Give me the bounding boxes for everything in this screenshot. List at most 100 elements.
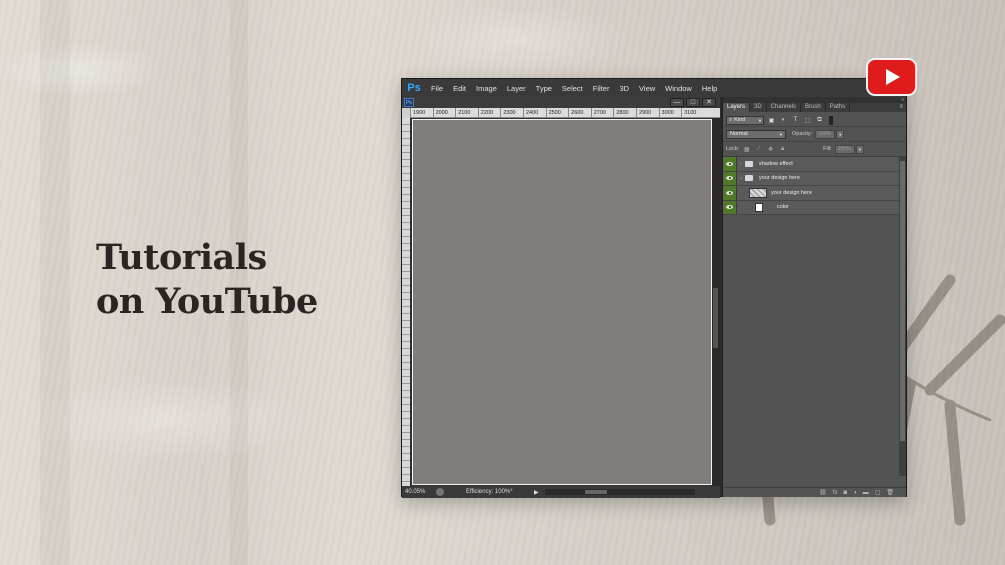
- ruler-tick: 2200: [477, 108, 501, 117]
- visibility-eye-icon[interactable]: [723, 171, 737, 185]
- fx-icon[interactable]: fx: [833, 490, 838, 496]
- menu-layer[interactable]: Layer: [502, 84, 531, 93]
- shape-filter-icon[interactable]: ⬚: [803, 116, 812, 124]
- adjustment-icon[interactable]: ◑: [853, 490, 857, 496]
- ruler-tick: 2000: [432, 108, 456, 117]
- horizontal-ruler: 1900 2000 2100 2200 2300 2400 2500 2600 …: [410, 108, 720, 118]
- menu-bar: Ps File Edit Image Layer Type Select Fil…: [402, 79, 906, 97]
- document-tab[interactable]: Ps: [404, 98, 414, 107]
- tab-brush[interactable]: Brush: [801, 103, 826, 112]
- tab-3d[interactable]: 3D: [750, 103, 767, 112]
- status-menu-arrow-icon[interactable]: ▶: [534, 489, 539, 496]
- layer-row[interactable]: your design here: [723, 186, 906, 201]
- layer-name: shadow effect: [759, 160, 793, 167]
- layers-list: › shadow effect ⌄ your design here your …: [723, 157, 906, 477]
- trash-icon[interactable]: 🗑︎: [886, 489, 894, 496]
- opacity-chevron-icon[interactable]: ▼: [836, 129, 845, 139]
- pixel-filter-icon[interactable]: ▣: [767, 116, 776, 124]
- link-icon[interactable]: ⛓: [819, 489, 827, 496]
- photoshop-logo: Ps: [407, 82, 421, 94]
- layer-row[interactable]: ⌄ your design here: [723, 171, 906, 186]
- menu-window[interactable]: Window: [660, 84, 697, 93]
- layer-name: your design here: [759, 175, 800, 182]
- expand-caret-icon[interactable]: ›: [737, 161, 745, 167]
- menu-help[interactable]: Help: [697, 84, 722, 93]
- ruler-tick: 2600: [568, 108, 591, 117]
- visibility-eye-icon[interactable]: [723, 157, 737, 171]
- menu-file[interactable]: File: [426, 84, 448, 93]
- menu-3d[interactable]: 3D: [614, 84, 634, 93]
- ruler-corner: [402, 108, 410, 118]
- layer-row[interactable]: › shadow effect: [723, 157, 906, 172]
- canvas-area[interactable]: [410, 118, 712, 486]
- menu-select[interactable]: Select: [557, 84, 588, 93]
- blend-row: Normal ▼ Opacity: 100% ▼: [723, 127, 906, 142]
- close-button[interactable]: ✕: [702, 98, 716, 107]
- group-folder-icon[interactable]: ▬: [863, 490, 869, 496]
- scrollbar-thumb[interactable]: [900, 161, 905, 441]
- layer-row[interactable]: color: [723, 200, 906, 215]
- filter-toggle[interactable]: [829, 115, 833, 125]
- menu-image[interactable]: Image: [471, 84, 502, 93]
- new-layer-icon[interactable]: ▢: [875, 489, 881, 496]
- ruler-tick: 1900: [410, 108, 433, 117]
- tab-layers[interactable]: Layers: [723, 103, 751, 112]
- lock-transparency-icon[interactable]: ▦: [742, 145, 751, 153]
- blend-mode-select[interactable]: Normal ▼: [726, 129, 786, 139]
- ruler-tick: 3100: [681, 108, 704, 117]
- folder-icon: [745, 175, 753, 182]
- visibility-eye-icon[interactable]: [723, 186, 737, 200]
- document-canvas[interactable]: [412, 119, 712, 485]
- chevron-down-icon: ▼: [758, 117, 762, 123]
- layers-scrollbar[interactable]: [899, 156, 906, 476]
- ruler-tick: 3000: [658, 108, 682, 117]
- folder-icon: [745, 160, 753, 167]
- restore-button[interactable]: □: [686, 98, 700, 107]
- menu-edit[interactable]: Edit: [448, 84, 471, 93]
- scrollbar-thumb[interactable]: [584, 490, 607, 494]
- menu-filter[interactable]: Filter: [588, 84, 615, 93]
- canvas-horizontal-scrollbar[interactable]: [544, 489, 695, 495]
- fill-chevron-icon[interactable]: ▼: [855, 144, 864, 154]
- ruler-tick: 2900: [635, 108, 659, 117]
- visibility-eye-icon[interactable]: [723, 200, 737, 214]
- headline-line-1: Tutorials: [96, 237, 267, 278]
- status-bar: 40.05% Efficiency: 100%* ▶: [402, 486, 720, 498]
- type-filter-icon[interactable]: T: [791, 116, 800, 124]
- layer-name: color: [777, 204, 789, 211]
- photoshop-window: Ps File Edit Image Layer Type Select Fil…: [401, 78, 907, 498]
- lock-label: Lock:: [726, 146, 740, 152]
- canvas-vertical-scrollbar[interactable]: [712, 118, 720, 486]
- kind-filter-select[interactable]: ⌕ Kind ▼: [726, 115, 764, 125]
- menu-view[interactable]: View: [634, 84, 660, 93]
- fill-field[interactable]: 100%: [834, 144, 855, 154]
- document-info-icon[interactable]: [436, 488, 444, 496]
- adjustment-filter-icon[interactable]: ◐: [779, 116, 788, 124]
- youtube-play-icon[interactable]: [866, 58, 917, 96]
- scrollbar-thumb[interactable]: [713, 288, 718, 348]
- ruler-tick: 2500: [545, 108, 569, 117]
- ruler-tick: 2300: [500, 108, 523, 117]
- expand-caret-icon[interactable]: ⌄: [737, 175, 745, 181]
- headline-line-2: on YouTube: [96, 281, 318, 322]
- panel-menu-icon[interactable]: ≡: [899, 103, 906, 112]
- lock-row: Lock: ▦ ∕ ✥ 🔒︎ Fill: 100% ▼: [723, 142, 906, 157]
- ruler-tick: 2400: [522, 108, 546, 117]
- tab-channels[interactable]: Channels: [767, 103, 802, 112]
- lock-position-icon[interactable]: ✥: [766, 145, 775, 153]
- fill-label: Fill:: [823, 146, 832, 152]
- lock-all-icon[interactable]: 🔒︎: [778, 145, 787, 153]
- efficiency-readout: Efficiency: 100%*: [466, 489, 513, 495]
- opacity-label: Opacity:: [792, 131, 813, 137]
- menu-type[interactable]: Type: [531, 84, 557, 93]
- tab-paths[interactable]: Paths: [826, 103, 851, 112]
- mask-icon[interactable]: ◙: [843, 490, 847, 496]
- minimize-button[interactable]: —: [670, 98, 684, 107]
- smart-object-filter-icon[interactable]: ⧉: [815, 116, 824, 124]
- light-shadow-strip: [40, 0, 70, 565]
- opacity-field[interactable]: 100%: [815, 129, 836, 139]
- panel-tabs: Layers 3D Channels Brush Paths ≡: [723, 103, 906, 112]
- lock-brush-icon[interactable]: ∕: [754, 145, 763, 153]
- ruler-tick: 2800: [613, 108, 636, 117]
- zoom-level[interactable]: 40.05%: [402, 489, 432, 495]
